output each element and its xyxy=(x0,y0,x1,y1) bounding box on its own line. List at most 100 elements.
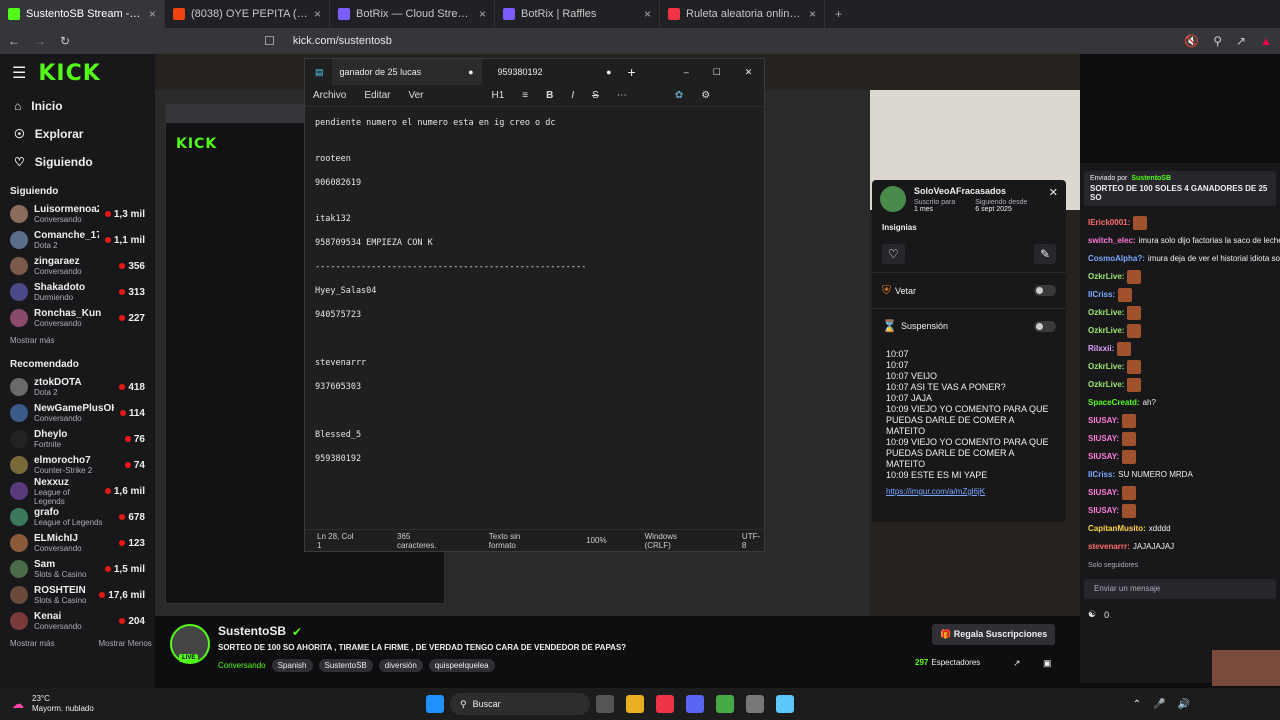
italic-icon[interactable]: I xyxy=(571,90,574,101)
taskview-icon[interactable] xyxy=(596,695,614,713)
mute-icon[interactable]: 🔇 xyxy=(1184,34,1199,48)
chat-username[interactable]: SpaceCreatd: xyxy=(1088,394,1140,412)
tab-close-icon[interactable]: × xyxy=(479,7,486,21)
menu-icon[interactable]: ☰ xyxy=(12,63,26,83)
url-field[interactable]: kick.com/sustentosb xyxy=(289,35,1170,47)
chat-username[interactable]: IErick0001: xyxy=(1088,214,1130,232)
more-icon[interactable]: ⋯ xyxy=(617,90,627,101)
chat-username[interactable]: OzkrLive: xyxy=(1088,268,1124,286)
channel-item[interactable]: Kenai Conversando 204 xyxy=(0,608,155,634)
new-tab-icon[interactable]: + xyxy=(825,7,842,21)
chat-username[interactable]: OzkrLive: xyxy=(1088,376,1124,394)
chat-username[interactable]: switch_elec: xyxy=(1088,232,1136,250)
chat-username[interactable]: SIUSAY: xyxy=(1088,484,1119,502)
channel-item[interactable]: Sam Slots & Casino 1,5 mil xyxy=(0,556,155,582)
chat-username[interactable]: CapitanMusito: xyxy=(1088,520,1146,538)
browser-tab[interactable]: SustentoSB Stream - Watch L × xyxy=(0,0,165,28)
tab-close-icon[interactable]: × xyxy=(149,7,156,21)
nav-inicio[interactable]: ⌂ Inicio xyxy=(0,92,155,120)
status-item[interactable]: 100% xyxy=(586,536,606,545)
minimize-icon[interactable]: – xyxy=(684,67,689,77)
close-icon[interactable]: ✕ xyxy=(745,67,753,78)
chat-username[interactable]: Rilxxii: xyxy=(1088,340,1114,358)
heading-dropdown[interactable]: H1 xyxy=(492,90,505,101)
menu-ver[interactable]: Ver xyxy=(408,90,423,101)
share-icon[interactable]: ↗ xyxy=(1236,34,1246,48)
notepad-taskbar-icon[interactable] xyxy=(776,695,794,713)
reload-icon[interactable]: ↻ xyxy=(60,34,70,48)
tab-close-icon[interactable]: × xyxy=(809,7,816,21)
channel-item[interactable]: ELMichIJ Conversando 123 xyxy=(0,530,155,556)
mic-icon[interactable]: 🎤 xyxy=(1153,699,1165,710)
suspension-toggle[interactable] xyxy=(1034,320,1056,332)
show-more-rec-link[interactable]: Mostrar más xyxy=(10,639,54,648)
browser-tab[interactable]: BotRix — Cloud Streaming Bot for Tw × xyxy=(330,0,495,28)
mod-action-icon[interactable]: ✎ xyxy=(1033,244,1056,264)
menu-editar[interactable]: Editar xyxy=(364,90,390,101)
channel-item[interactable]: Nexxuz League of Legends 1,6 mil xyxy=(0,477,155,506)
share-stream-icon[interactable]: ↗ xyxy=(1013,658,1021,669)
notepad-text-area[interactable]: pendiente numero el numero esta en ig cr… xyxy=(305,107,764,527)
show-less-link[interactable]: Mostrar Menos xyxy=(98,639,151,648)
taskbar-search[interactable]: ⚲ Buscar xyxy=(450,693,590,715)
category-link[interactable]: Conversando xyxy=(218,661,266,670)
browser-tab[interactable]: (8038) OYE PEPITA (feat. BRADDI × xyxy=(165,0,330,28)
back-icon[interactable]: ← xyxy=(8,34,20,48)
heart-action-icon[interactable]: ♡ xyxy=(882,244,905,264)
suspension-row[interactable]: ⌛ Suspensión xyxy=(872,308,1066,343)
menu-archivo[interactable]: Archivo xyxy=(313,90,346,101)
obs-icon[interactable] xyxy=(746,695,764,713)
channel-item[interactable]: grafo League of Legends 678 xyxy=(0,504,155,530)
channel-item[interactable]: Dheylo Fortnite 76 xyxy=(0,426,155,452)
status-item[interactable]: UTF-8 xyxy=(742,532,764,550)
nav-explorar[interactable]: ☉ Explorar xyxy=(0,120,155,148)
theatre-icon[interactable]: ▣ xyxy=(1043,658,1052,669)
explorer-icon[interactable] xyxy=(626,695,644,713)
channel-item[interactable]: Ronchas_Kun Conversando 227 xyxy=(0,305,155,331)
chat-username[interactable]: SIUSAY: xyxy=(1088,448,1119,466)
extension-icon[interactable]: ▲ xyxy=(1260,34,1272,48)
veto-toggle[interactable] xyxy=(1034,285,1056,296)
brave-icon[interactable] xyxy=(656,695,674,713)
bold-icon[interactable]: B xyxy=(546,90,553,101)
browser-tab[interactable]: Ruleta aleatoria online – ruleta de la × xyxy=(660,0,825,28)
chat-username[interactable]: SIUSAY: xyxy=(1088,412,1119,430)
maximize-icon[interactable]: ☐ xyxy=(713,67,721,78)
nav-siguiendo[interactable]: ♡ Siguiendo xyxy=(0,148,155,176)
chat-username[interactable]: OzkrLive: xyxy=(1088,322,1124,340)
start-icon[interactable] xyxy=(426,695,444,713)
chat-username[interactable]: CosmoAlpha?: xyxy=(1088,250,1145,268)
channel-item[interactable]: elmorocho7 Counter-Strike 2 74 xyxy=(0,452,155,478)
browser-tab[interactable]: BotRix | Raffles × xyxy=(495,0,660,28)
forward-icon[interactable]: → xyxy=(34,34,46,48)
channel-item[interactable]: NewGamePlusOK Conversando 114 xyxy=(0,400,155,426)
channel-item[interactable]: ztokDOTA Dota 2 418 xyxy=(0,374,155,400)
chat-username[interactable]: SIUSAY: xyxy=(1088,502,1119,520)
show-more-link[interactable]: Mostrar más xyxy=(0,331,155,349)
tag-4[interactable]: quispeelquelea xyxy=(428,659,495,672)
tray-chevron-icon[interactable]: ⌃ xyxy=(1133,699,1141,710)
chat-username[interactable]: SIUSAY: xyxy=(1088,430,1119,448)
tag-3[interactable]: diversión xyxy=(378,659,423,672)
new-tab-icon[interactable]: + xyxy=(628,64,636,80)
channel-item[interactable]: ROSHTEIN Slots & Casino 17,6 mil xyxy=(0,582,155,608)
notepad-tab-active[interactable]: ganador de 25 lucas ● xyxy=(331,59,482,85)
chat-username[interactable]: stevenarrr: xyxy=(1088,538,1130,556)
strike-icon[interactable]: S xyxy=(592,90,599,101)
discord-icon[interactable] xyxy=(686,695,704,713)
channel-item[interactable]: Comanche_17 Dota 2 1,1 mil xyxy=(0,227,155,253)
streamer-name[interactable]: SustentoSB xyxy=(218,624,286,638)
notepad-tab-2[interactable]: 959380192 ● xyxy=(490,59,620,85)
channel-item[interactable]: Luisormenoa27Conversando 1,3 mil xyxy=(0,201,155,227)
status-item[interactable]: Texto sin formato xyxy=(489,532,548,550)
channel-item[interactable]: zingaraez Conversando 356 xyxy=(0,253,155,279)
chat-username[interactable]: IICriss: xyxy=(1088,466,1115,484)
close-card-icon[interactable]: ✕ xyxy=(1049,186,1058,213)
tag-2[interactable]: SustentoSB xyxy=(318,659,373,672)
zoom-icon[interactable]: ⚲ xyxy=(1213,34,1222,48)
chat-input[interactable]: Enviar un mensaje xyxy=(1084,579,1276,599)
tab-close-icon[interactable]: × xyxy=(644,7,651,21)
copilot-icon[interactable]: ✿ xyxy=(675,90,683,101)
chat-settings-icon[interactable]: ☯ xyxy=(1088,609,1096,620)
status-item[interactable]: Windows (CRLF) xyxy=(645,532,704,550)
